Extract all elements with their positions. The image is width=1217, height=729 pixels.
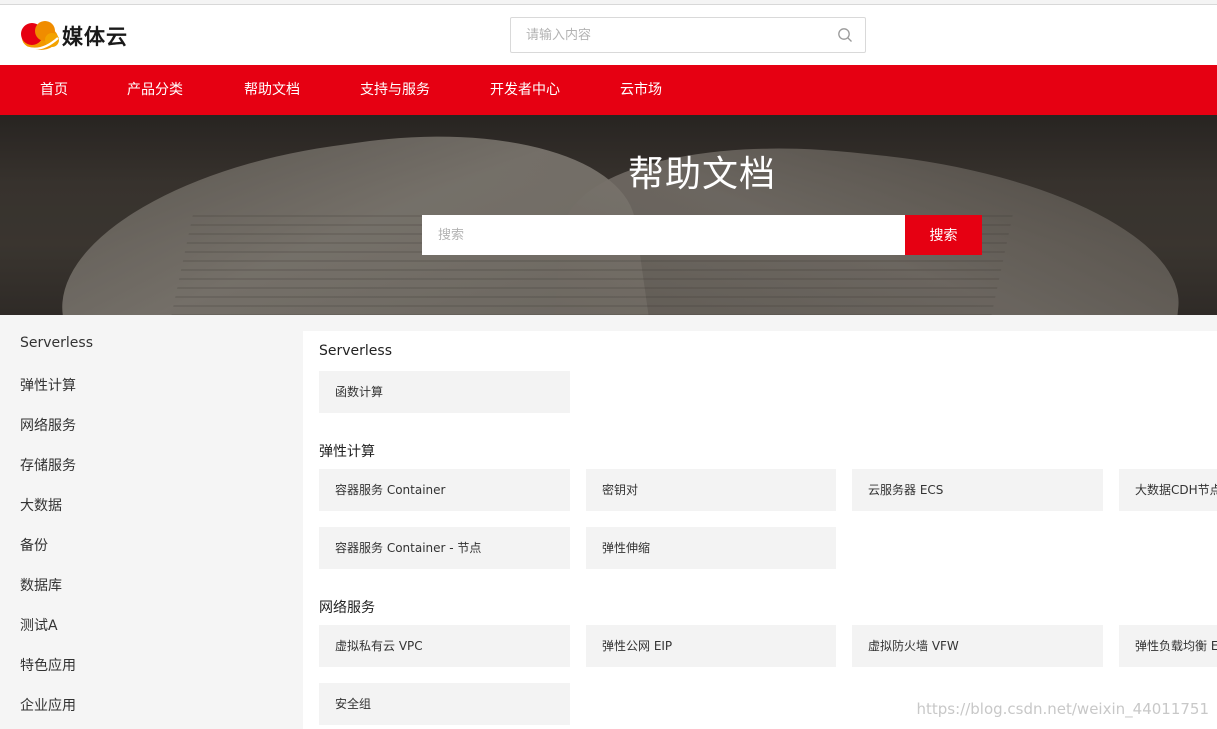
sidebar-item-big-data[interactable]: 大数据: [20, 495, 62, 515]
nav-item-developer[interactable]: 开发者中心: [490, 65, 560, 115]
banner-search: 搜索: [422, 215, 982, 255]
product-card[interactable]: 云服务器 ECS: [852, 469, 1103, 511]
sidebar-item-enterprise-apps[interactable]: 企业应用: [20, 695, 76, 715]
main-nav: 首页 产品分类 帮助文档 支持与服务 开发者中心 云市场: [0, 65, 1217, 115]
banner-title: 帮助文档: [627, 154, 776, 195]
nav-item-support[interactable]: 支持与服务: [360, 65, 430, 115]
nav-item-home[interactable]: 首页: [40, 65, 68, 115]
sidebar-item-storage[interactable]: 存储服务: [20, 455, 76, 475]
sidebar-item-network[interactable]: 网络服务: [20, 415, 76, 435]
product-card[interactable]: 弹性负载均衡 ELB: [1119, 625, 1217, 667]
banner-search-input[interactable]: [422, 215, 905, 255]
nav-item-help-docs[interactable]: 帮助文档: [244, 65, 300, 115]
nav-item-products[interactable]: 产品分类: [127, 65, 183, 115]
logo[interactable]: 媒体云: [18, 18, 128, 54]
product-card[interactable]: 虚拟私有云 VPC: [319, 625, 570, 667]
product-card[interactable]: 弹性伸缩: [586, 527, 836, 569]
cloud-logo-icon: [18, 18, 60, 54]
product-card[interactable]: 虚拟防火墙 VFW: [852, 625, 1103, 667]
banner-search-button[interactable]: 搜索: [905, 215, 982, 255]
sidebar-item-test-a[interactable]: 测试A: [20, 615, 58, 635]
sidebar-item-elastic-compute[interactable]: 弹性计算: [20, 375, 76, 395]
product-card[interactable]: 弹性公网 EIP: [586, 625, 836, 667]
header: 媒体云: [0, 5, 1217, 65]
search-icon[interactable]: [837, 27, 853, 43]
nav-item-marketplace[interactable]: 云市场: [620, 65, 662, 115]
product-card[interactable]: 大数据CDH节点: [1119, 469, 1217, 511]
sidebar-item-serverless[interactable]: Serverless: [20, 335, 93, 355]
product-card[interactable]: 函数计算: [319, 371, 570, 413]
sidebar: Serverless 弹性计算 网络服务 存储服务 大数据 备份 数据库 测试A…: [0, 315, 303, 729]
sidebar-item-featured-apps[interactable]: 特色应用: [20, 655, 76, 675]
section-title-network: 网络服务: [319, 600, 375, 616]
hero-banner: 帮助文档 搜索: [0, 115, 1217, 315]
sidebar-item-backup[interactable]: 备份: [20, 535, 48, 555]
section-title-elastic-compute: 弹性计算: [319, 444, 375, 460]
header-search: [510, 17, 866, 53]
section-title-serverless: Serverless: [319, 343, 393, 359]
product-list: Serverless 函数计算 弹性计算 容器服务 Container 密钥对 …: [303, 315, 1217, 729]
header-search-input[interactable]: [511, 18, 811, 52]
watermark: https://blog.csdn.net/weixin_44011751: [916, 700, 1209, 718]
sidebar-item-database[interactable]: 数据库: [20, 575, 62, 595]
logo-text: 媒体云: [62, 25, 128, 49]
content-top-gap: [303, 315, 1217, 331]
product-card[interactable]: 容器服务 Container - 节点: [319, 527, 570, 569]
product-card[interactable]: 安全组: [319, 683, 570, 725]
product-card[interactable]: 密钥对: [586, 469, 836, 511]
product-card[interactable]: 容器服务 Container: [319, 469, 570, 511]
